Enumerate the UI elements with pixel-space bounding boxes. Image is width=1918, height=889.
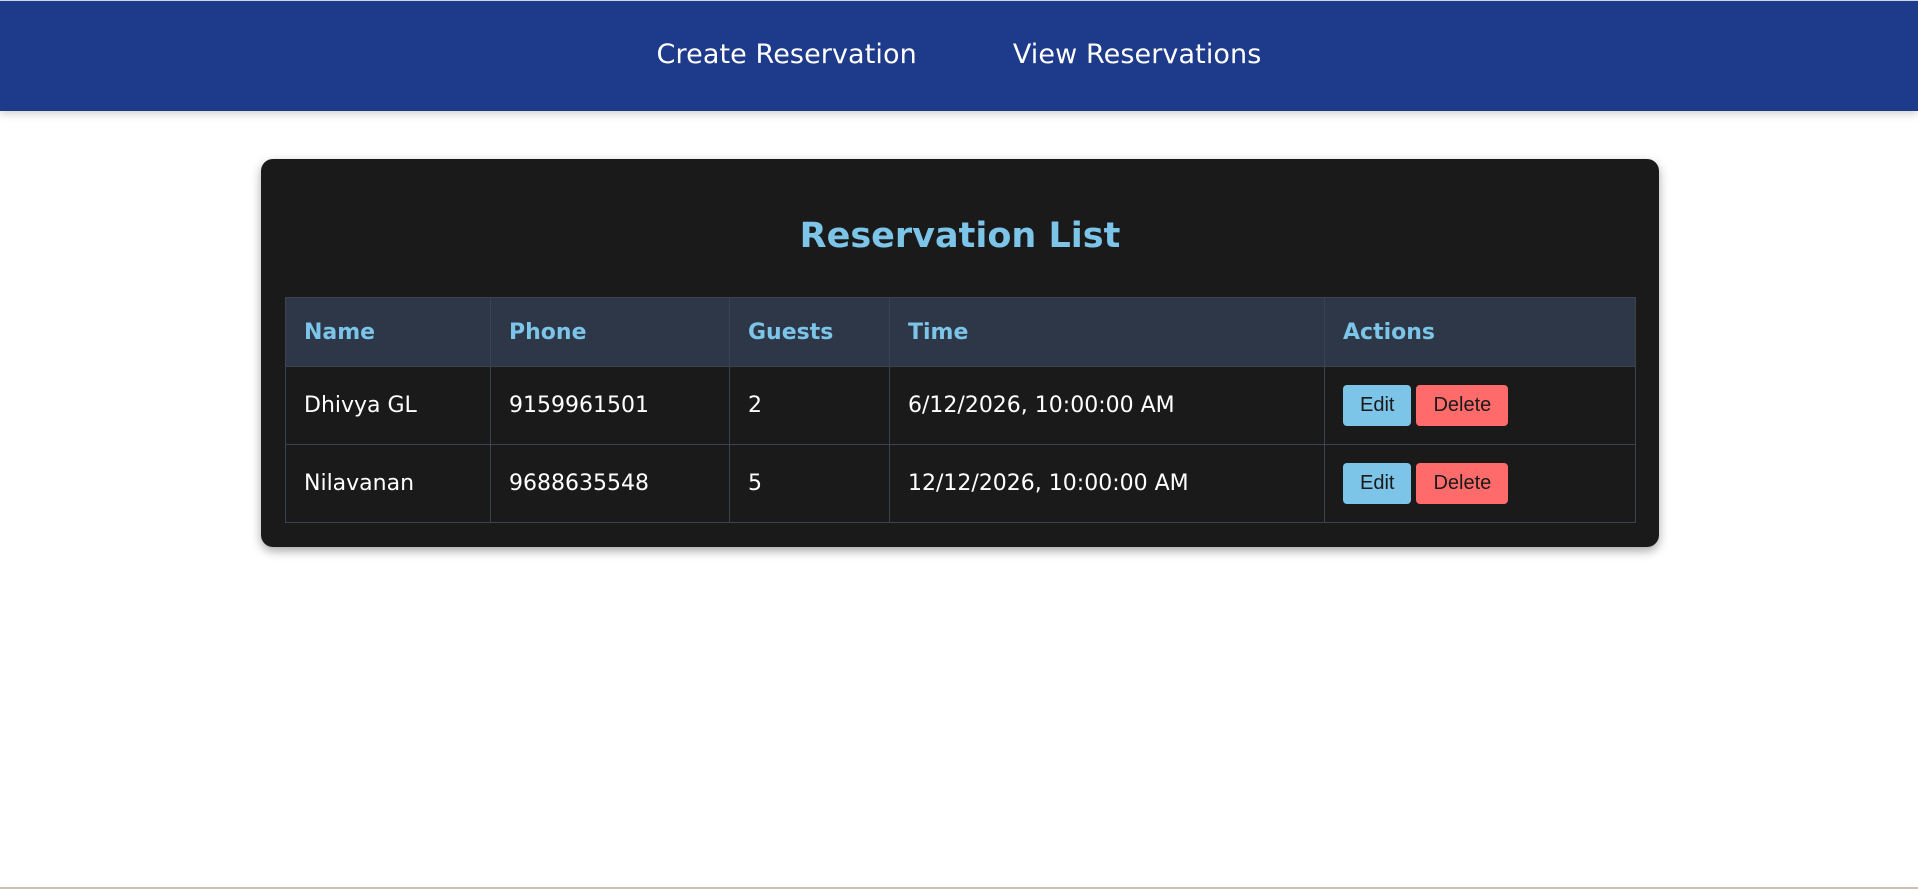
column-header-actions: Actions [1324, 297, 1636, 367]
reservation-list-card: Reservation List Name Phone Guests Time … [261, 159, 1659, 547]
cell-time: 6/12/2026, 10:00:00 AM [889, 366, 1325, 445]
cell-phone: 9688635548 [490, 444, 730, 523]
edit-button[interactable]: Edit [1343, 385, 1412, 426]
nav-create-reservation-link[interactable]: Create Reservation [657, 39, 917, 70]
delete-button[interactable]: Delete [1416, 463, 1509, 504]
table-header-row: Name Phone Guests Time Actions [285, 297, 1636, 367]
column-header-time: Time [889, 297, 1325, 367]
column-header-guests: Guests [729, 297, 890, 367]
column-header-phone: Phone [490, 297, 730, 367]
cell-time: 12/12/2026, 10:00:00 AM [889, 444, 1325, 523]
reservations-table: Name Phone Guests Time Actions Dhivya GL… [285, 297, 1636, 523]
table-row: Nilavanan 9688635548 5 12/12/2026, 10:00… [285, 444, 1636, 523]
cell-phone: 9159961501 [490, 366, 730, 445]
cell-actions: Edit Delete [1324, 366, 1636, 445]
page-title: Reservation List [799, 216, 1121, 256]
top-navbar: Create Reservation View Reservations [0, 0, 1918, 111]
cell-guests: 5 [729, 444, 890, 523]
delete-button[interactable]: Delete [1416, 385, 1509, 426]
cell-actions: Edit Delete [1324, 444, 1636, 523]
nav-view-reservations-link[interactable]: View Reservations [1013, 39, 1262, 70]
cell-name: Dhivya GL [285, 366, 491, 445]
edit-button[interactable]: Edit [1343, 463, 1412, 504]
cell-name: Nilavanan [285, 444, 491, 523]
table-row: Dhivya GL 9159961501 2 6/12/2026, 10:00:… [285, 366, 1636, 445]
column-header-name: Name [285, 297, 491, 367]
cell-guests: 2 [729, 366, 890, 445]
